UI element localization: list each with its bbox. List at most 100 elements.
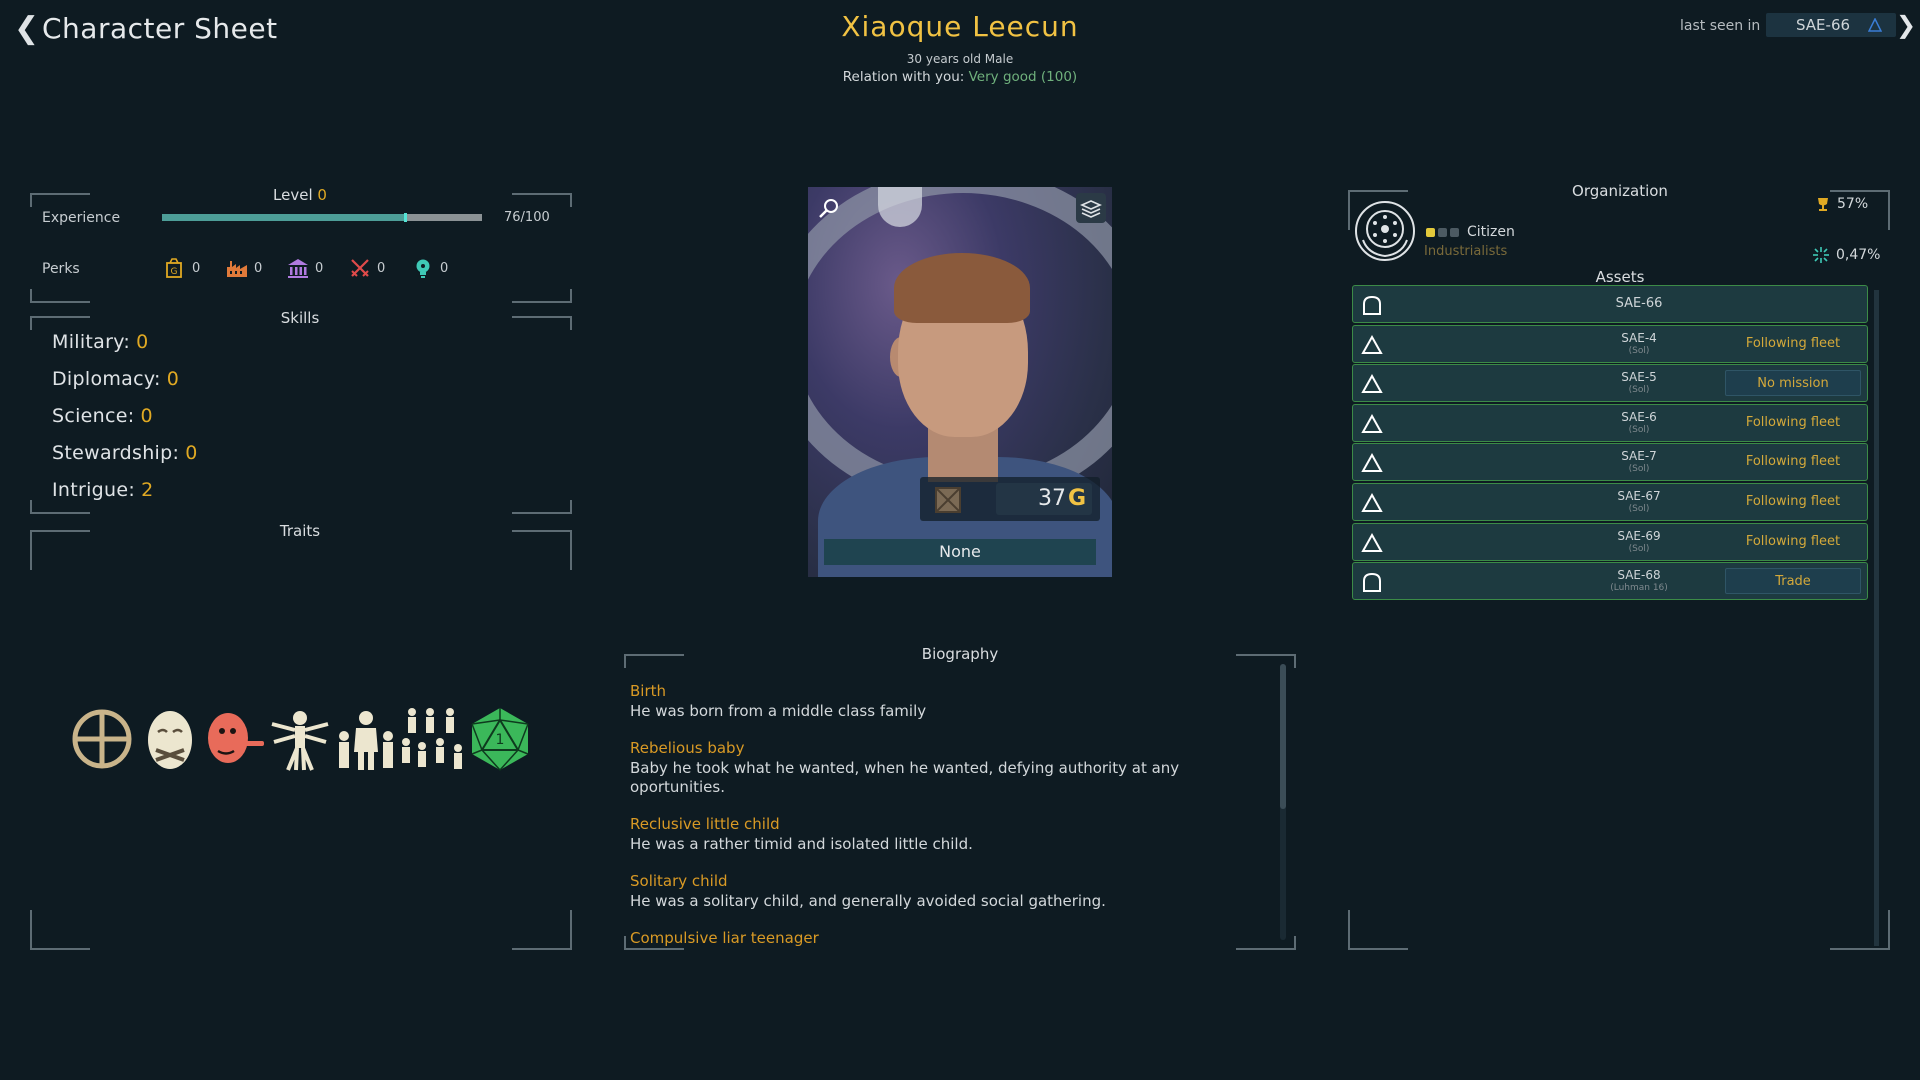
rank-pip — [1450, 228, 1459, 237]
asset-status: Following fleet — [1745, 414, 1841, 430]
vitruvian-man-icon[interactable] — [268, 706, 332, 772]
asset-location: (Luhman 16) — [1610, 583, 1668, 594]
asset-row[interactable]: SAE-5 (Sol) No mission — [1352, 364, 1868, 403]
asset-mission-button[interactable]: No mission — [1725, 370, 1861, 397]
skill-stewardship: Stewardship: 0 — [52, 442, 198, 464]
bio-entry-title: Rebelious baby — [630, 739, 745, 757]
perk-industry-value: 0 — [254, 260, 263, 276]
crowd-icon[interactable] — [400, 706, 464, 772]
asset-name: SAE-4 — [1621, 330, 1657, 345]
biography-scroll-thumb[interactable] — [1280, 664, 1286, 809]
skill-science: Science: 0 — [52, 405, 153, 427]
perk-government[interactable]: 0 — [287, 256, 323, 280]
asset-name: SAE-69 — [1617, 528, 1661, 543]
asset-name: SAE-6 — [1621, 409, 1657, 424]
perk-military[interactable]: 0 — [349, 256, 385, 280]
biography-list[interactable]: Birth He was born from a middle class fa… — [630, 682, 1270, 950]
experience-value: 76/100 — [504, 210, 550, 225]
bio-entry: Solitary child He was a solitary child, … — [630, 872, 1270, 911]
organization-stat-influence: 57% — [1815, 196, 1868, 212]
biography-scrollbar[interactable] — [1280, 664, 1286, 940]
relation-value: Very good (100) — [968, 69, 1078, 85]
bio-entry-title: Solitary child — [630, 872, 728, 890]
traits-title: Traits — [279, 522, 321, 540]
perk-government-value: 0 — [315, 260, 324, 276]
ship-icon — [1361, 374, 1383, 394]
biography-title: Biography — [921, 645, 999, 663]
skills-title: Skills — [280, 309, 320, 327]
rank-pips — [1426, 228, 1459, 237]
asset-location: (Sol) — [1628, 385, 1650, 396]
crosshair-icon[interactable] — [70, 706, 134, 772]
asset-status: Following fleet — [1745, 454, 1841, 470]
asset-row[interactable]: SAE-7 (Sol) Following fleet — [1352, 443, 1868, 482]
masked-face-icon[interactable] — [138, 706, 202, 772]
perk-science[interactable]: 0 — [412, 256, 448, 280]
perk-military-value: 0 — [377, 260, 386, 276]
family-icon[interactable] — [334, 706, 398, 772]
skill-military: Military: 0 — [52, 331, 149, 353]
assets-scrollbar[interactable] — [1874, 290, 1879, 946]
ship-icon — [1361, 492, 1383, 512]
cargo-select[interactable]: None — [824, 539, 1096, 565]
credits-display: 37 G — [996, 483, 1092, 515]
svg-text:1: 1 — [496, 732, 505, 748]
last-seen-label: last seen in — [1680, 18, 1761, 34]
bio-entry: Reclusive little child He was a rather t… — [630, 815, 1270, 854]
asset-row[interactable]: SAE-4 (Sol) Following fleet — [1352, 324, 1868, 363]
gold-bag-icon: G — [166, 258, 182, 278]
d20-dice-icon[interactable]: 1 — [468, 706, 532, 772]
organization-emblem-icon[interactable] — [1354, 200, 1416, 262]
asset-status: Following fleet — [1745, 533, 1841, 549]
asset-location: (Sol) — [1628, 503, 1650, 514]
asset-location: (Sol) — [1628, 543, 1650, 554]
character-portrait: 37 G None — [808, 187, 1112, 577]
bio-entry: Rebelious baby Baby he took what he want… — [630, 739, 1270, 797]
portrait-hair — [894, 253, 1030, 323]
assets-scroll-thumb[interactable] — [1874, 290, 1879, 946]
character-name: Xiaoque Leecun — [841, 10, 1079, 43]
assets-title: Assets — [1595, 268, 1645, 286]
magnifier-icon[interactable] — [818, 197, 840, 219]
skill-diplomacy: Diplomacy: 0 — [52, 368, 180, 390]
character-age-gender: 30 years old Male — [906, 52, 1014, 66]
asset-name: SAE-7 — [1621, 449, 1657, 464]
share-value: 0,47% — [1836, 247, 1881, 263]
bio-entry-title: Birth — [630, 682, 667, 700]
bio-entry-title: Reclusive little child — [630, 815, 780, 833]
asset-row[interactable]: SAE-67 (Sol) Following fleet — [1352, 482, 1868, 521]
ship-icon — [1361, 334, 1383, 354]
asset-row[interactable]: SAE-66 — [1352, 285, 1868, 323]
experience-bar-fill — [162, 214, 406, 221]
bio-entry-text: He was born from a middle class family — [630, 702, 927, 720]
perk-industry[interactable]: 0 — [226, 256, 262, 280]
station-icon — [1363, 573, 1381, 593]
organization-stat-share: 0,47% — [1812, 246, 1880, 264]
asset-row[interactable]: SAE-69 (Sol) Following fleet — [1352, 522, 1868, 561]
perk-gold[interactable]: G 0 — [164, 256, 200, 280]
asset-name: SAE-66 — [1615, 296, 1663, 311]
bio-entry-text: He was a solitary child, and generally a… — [630, 892, 1106, 910]
experience-bar — [162, 213, 482, 222]
liar-face-icon[interactable] — [202, 706, 266, 772]
organization-title: Organization — [1572, 182, 1668, 200]
wealth-box: 37 G — [920, 477, 1100, 521]
asset-name: SAE-5 — [1621, 370, 1657, 385]
crossed-swords-icon — [351, 259, 369, 277]
asset-mission-button[interactable]: Trade — [1725, 568, 1861, 595]
back-button[interactable]: ❮ — [14, 14, 39, 44]
bio-entry: Compulsive liar teenager — [630, 929, 1270, 947]
svg-text:G: G — [171, 267, 178, 277]
experience-label: Experience — [42, 210, 121, 226]
cargo-crate-icon[interactable] — [934, 486, 962, 514]
perk-gold-value: 0 — [192, 260, 201, 276]
perk-science-value: 0 — [440, 260, 449, 276]
asset-row[interactable]: SAE-68 (Luhman 16) Trade — [1352, 562, 1868, 601]
layers-icon[interactable] — [1076, 193, 1106, 223]
next-character-button[interactable]: ❯ — [1896, 11, 1916, 39]
last-seen-location[interactable]: SAE-66 — [1766, 13, 1896, 37]
perks-label: Perks — [42, 261, 80, 277]
rank-pip — [1426, 228, 1435, 237]
trophy-icon — [1818, 198, 1828, 211]
asset-row[interactable]: SAE-6 (Sol) Following fleet — [1352, 403, 1868, 442]
